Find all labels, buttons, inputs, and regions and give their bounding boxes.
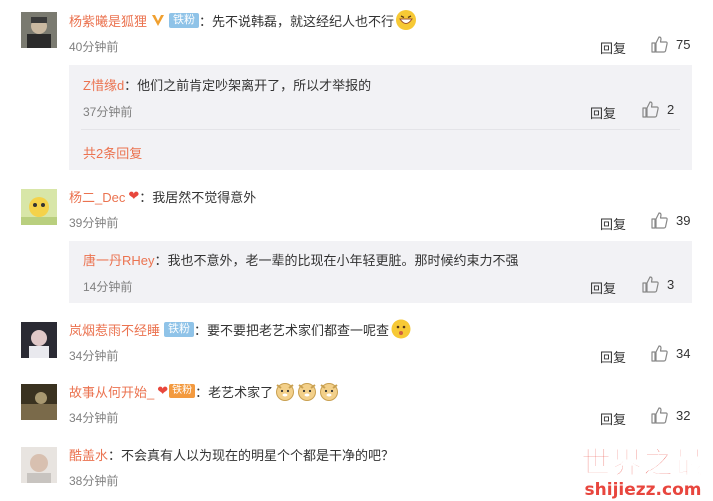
watermark-domain: shijiezz.com [584,480,702,500]
sub-reply-box: 唐一丹RHey：我也不意外，老一辈的比现在小年轻更脏。那时候约束力不强 14分钟… [69,241,692,303]
comment-text: ：老艺术家了 [195,384,274,400]
fan-level-badge[interactable]: ❤ 铁粉 [157,383,196,399]
comment-text: ：不会真有人以为现在的明星个个都是干净的吧？ [108,447,395,463]
reply-button[interactable]: 回复 [600,409,626,428]
comment-time: 40分钟前 [69,40,119,54]
thumbs-up-icon [651,407,668,424]
comment-text: ：要不要把老艺术家们都查一呢查 [194,322,390,338]
comment-time: 39分钟前 [69,216,119,230]
comment-line: 故事从何开始_ ❤ 铁粉 ：老艺术家了 [69,380,339,402]
reply-button[interactable]: 回复 [600,38,626,57]
sub-username-link[interactable]: 唐一丹RHey [83,253,155,268]
thumbs-up-icon [642,101,659,118]
avatar[interactable] [21,322,57,358]
sub-like-button[interactable]: 2 [642,101,674,118]
reply-button[interactable]: 回复 [600,214,626,233]
comment-time: 34分钟前 [69,411,119,425]
avatar-image [21,189,57,225]
like-count: 39 [676,213,691,228]
verified-v-icon [151,13,165,27]
avatar[interactable] [21,189,57,225]
username-link[interactable]: 故事从何开始_ [69,382,154,401]
thumbs-up-icon [651,212,668,229]
fan-badge[interactable]: 铁粉 [169,12,200,28]
like-count: 3 [667,277,675,292]
username-link[interactable]: 杨紫曦是狐狸 [69,11,147,30]
comment-time: 38分钟前 [69,474,119,488]
comment-line: 岚烟惹雨不经睡 铁粉 ：要不要把老艺术家们都查一呢查 [69,318,411,340]
like-button[interactable]: 39 [651,212,690,229]
like-button[interactable]: 32 [651,407,690,424]
laughing-emoji-icon [396,10,417,30]
comment-line: 杨紫曦是狐狸 铁粉 ：先不说韩磊，就这经纪人也不行 [69,9,417,31]
comment-time: 34分钟前 [69,349,119,363]
sub-reply-box: Z惜缘d：他们之前肯定吵架离开了，所以才举报的 37分钟前 回复 2 共2条回复 [69,65,692,170]
comment-line: 酷盖水 ：不会真有人以为现在的明星个个都是干净的吧？ [69,443,394,465]
like-count: 32 [676,408,691,423]
avatar[interactable] [21,12,57,48]
avatar-image [21,12,57,48]
comment-item: 岚烟惹雨不经睡 铁粉 ：要不要把老艺术家们都查一呢查 34分钟前 回复 34 [0,316,713,371]
sub-reply-time: 14分钟前 [83,280,133,294]
thumbs-up-icon [642,276,659,293]
divider [81,129,680,130]
sub-reply-button[interactable]: 回复 [590,278,616,297]
thinking-emoji-icon [391,319,411,339]
more-replies-link[interactable]: 共2条回复 [83,143,142,162]
username-link[interactable]: 岚烟惹雨不经睡 [69,320,160,339]
like-count: 2 [667,102,675,117]
comment-item: 杨紫曦是狐狸 铁粉 ：先不说韩磊，就这经纪人也不行 40分钟前 回复 75 Z惜… [0,7,713,170]
comment-line: 杨二_Dec ❤ ：我居然不觉得意外 [69,185,256,207]
avatar-image [21,447,57,483]
avatar-image [21,322,57,358]
thumbs-up-icon [651,345,668,362]
thumbs-up-icon [651,36,668,53]
comment-text: ：先不说韩磊，就这经纪人也不行 [199,13,395,29]
sub-like-button[interactable]: 3 [642,276,674,293]
avatar-image [21,384,57,420]
avatar[interactable] [21,384,57,420]
watermark-title: 世界之最 [581,446,705,481]
comment-item: 杨二_Dec ❤ ：我居然不觉得意外 39分钟前 回复 39 唐一丹RHey：我… [0,183,713,303]
fan-badge[interactable]: 铁粉 [164,321,195,337]
sub-username-link[interactable]: Z惜缘d [83,78,124,93]
sub-reply-line: 唐一丹RHey：我也不意外，老一辈的比现在小年轻更脏。那时候约束力不强 [83,250,519,269]
reply-button[interactable]: 回复 [600,347,626,366]
doge-emoji-icon [275,381,295,401]
doge-emoji-icon [319,381,339,401]
avatar[interactable] [21,447,57,483]
like-count: 75 [676,37,691,52]
doge-emoji-icon [297,381,317,401]
sub-reply-button[interactable]: 回复 [590,103,616,122]
like-button[interactable]: 34 [651,345,690,362]
like-button[interactable]: 75 [651,36,690,53]
sub-reply-time: 37分钟前 [83,105,133,119]
username-link[interactable]: 杨二_Dec [69,187,125,206]
username-link[interactable]: 酷盖水 [69,445,108,464]
comment-item: 故事从何开始_ ❤ 铁粉 ：老艺术家了 34分钟前 回复 32 [0,378,713,433]
sub-reply-text: ：我也不意外，老一辈的比现在小年轻更脏。那时候约束力不强 [154,253,519,268]
comment-text: ：我居然不觉得意外 [139,189,257,205]
sub-reply-text: ：他们之前肯定吵架离开了，所以才举报的 [124,78,372,93]
sub-reply-line: Z惜缘d：他们之前肯定吵架离开了，所以才举报的 [83,75,371,94]
like-count: 34 [676,346,691,361]
fan-level-icon: ❤ [128,188,140,203]
watermark-logo: 世界之最 shijiezz.com [581,446,705,500]
fan-badge-label: 铁粉 [169,384,196,398]
